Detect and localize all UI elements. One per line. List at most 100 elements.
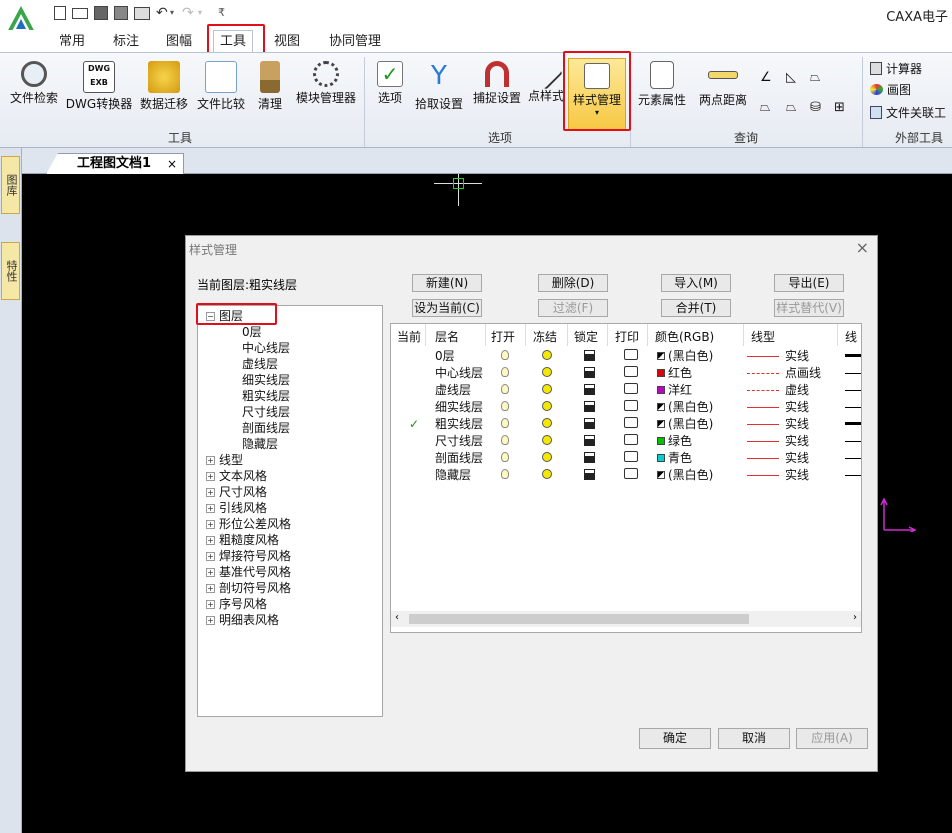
column-header[interactable]: 线型 bbox=[751, 328, 775, 345]
expand-icon[interactable]: + bbox=[206, 584, 215, 593]
layer-freeze-toggle[interactable] bbox=[542, 450, 552, 467]
import-button[interactable]: 导入(M) bbox=[661, 274, 731, 292]
layer-freeze-toggle[interactable] bbox=[542, 382, 552, 399]
calculator-button[interactable]: 计算器 bbox=[870, 60, 922, 78]
apply-button[interactable]: 应用(A) bbox=[796, 728, 868, 749]
layer-color[interactable]: (黑白色) bbox=[657, 348, 713, 365]
layer-linetype[interactable]: 虚线 bbox=[747, 382, 809, 399]
undo-icon[interactable]: ↶ bbox=[156, 5, 168, 21]
print-icon[interactable] bbox=[134, 7, 150, 20]
layer-color[interactable]: 红色 bbox=[657, 365, 692, 382]
layer-lock-toggle[interactable] bbox=[584, 433, 595, 450]
layer-freeze-toggle[interactable] bbox=[542, 348, 552, 365]
tab-view[interactable]: 视图 bbox=[268, 32, 306, 52]
pick-settings-button[interactable]: Y 拾取设置 bbox=[411, 57, 467, 112]
tab-annotate[interactable]: 标注 bbox=[107, 32, 145, 52]
layer-on-toggle[interactable] bbox=[501, 450, 509, 467]
layer-on-toggle[interactable] bbox=[501, 433, 509, 450]
tree-node-layer[interactable]: 0层 bbox=[242, 324, 262, 340]
layer-color[interactable]: 洋红 bbox=[657, 382, 692, 399]
column-header[interactable]: 锁定 bbox=[574, 328, 598, 345]
layer-linetype[interactable]: 实线 bbox=[747, 416, 809, 433]
horizontal-scrollbar[interactable]: ‹ › bbox=[391, 611, 861, 627]
layer-color[interactable]: (黑白色) bbox=[657, 467, 713, 484]
expand-icon[interactable]: + bbox=[206, 520, 215, 529]
layer-linetype[interactable]: 实线 bbox=[747, 348, 809, 365]
layer-name[interactable]: 剖面线层 bbox=[435, 450, 483, 467]
moment-query-icon[interactable]: ⏢ bbox=[786, 99, 796, 117]
layer-name[interactable]: 尺寸线层 bbox=[435, 433, 483, 450]
tree-node-layer[interactable]: 隐藏层 bbox=[242, 436, 278, 452]
scroll-left-icon[interactable]: ‹ bbox=[395, 612, 399, 623]
angle-query-icon[interactable]: ∠ bbox=[760, 69, 772, 87]
layer-lineweight[interactable] bbox=[845, 467, 861, 484]
dwg-converter-button[interactable]: DWG EXB DWG转换器 bbox=[64, 57, 134, 112]
expand-icon[interactable]: + bbox=[206, 536, 215, 545]
layer-print-toggle[interactable] bbox=[624, 467, 638, 484]
layer-name[interactable]: 0层 bbox=[435, 348, 455, 365]
centroid-query-icon[interactable]: ⏢ bbox=[760, 99, 770, 117]
layer-print-toggle[interactable] bbox=[624, 416, 638, 433]
layer-freeze-toggle[interactable] bbox=[542, 365, 552, 382]
layer-name[interactable]: 细实线层 bbox=[435, 399, 483, 416]
weight-query-icon[interactable]: ⛁ bbox=[810, 99, 821, 117]
layer-lineweight[interactable] bbox=[845, 433, 861, 450]
column-divider[interactable] bbox=[425, 324, 426, 346]
save-icon[interactable] bbox=[94, 6, 108, 20]
save-as-icon[interactable] bbox=[114, 6, 128, 20]
tab-sheet[interactable]: 图幅 bbox=[160, 32, 198, 52]
layer-freeze-toggle[interactable] bbox=[542, 433, 552, 450]
layer-linetype[interactable]: 实线 bbox=[747, 450, 809, 467]
file-search-button[interactable]: 文件检索 bbox=[6, 57, 62, 106]
redo-icon[interactable]: ↷ bbox=[182, 5, 194, 21]
layer-lock-toggle[interactable] bbox=[584, 416, 595, 433]
module-manager-button[interactable]: 模块管理器 bbox=[291, 57, 361, 106]
column-header[interactable]: 颜色(RGB) bbox=[655, 328, 714, 345]
layer-print-toggle[interactable] bbox=[624, 382, 638, 399]
style-override-button[interactable]: 样式替代(V) bbox=[774, 299, 844, 317]
tree-node-style-group[interactable]: + 引线风格 bbox=[206, 500, 267, 516]
tree-node-layer[interactable]: 尺寸线层 bbox=[242, 404, 290, 420]
tree-node-layer[interactable]: 粗实线层 bbox=[242, 388, 290, 404]
column-header[interactable]: 打印 bbox=[615, 328, 639, 345]
layer-lineweight[interactable] bbox=[845, 382, 861, 399]
tree-node-style-group[interactable]: + 序号风格 bbox=[206, 596, 267, 612]
file-compare-button[interactable]: 文件比较 bbox=[193, 57, 249, 112]
new-file-icon[interactable] bbox=[54, 6, 66, 20]
layer-print-toggle[interactable] bbox=[624, 348, 638, 365]
expand-icon[interactable]: + bbox=[206, 472, 215, 481]
layer-linetype[interactable]: 实线 bbox=[747, 399, 809, 416]
expand-icon[interactable]: + bbox=[206, 568, 215, 577]
expand-icon[interactable]: + bbox=[206, 600, 215, 609]
expand-icon[interactable]: + bbox=[206, 504, 215, 513]
scroll-right-icon[interactable]: › bbox=[853, 612, 857, 623]
list-query-icon[interactable]: ⊞ bbox=[834, 99, 845, 117]
tree-node-style-group[interactable]: + 文本风格 bbox=[206, 468, 267, 484]
layer-linetype[interactable]: 点画线 bbox=[747, 365, 821, 382]
library-panel-tab[interactable]: 图库 bbox=[1, 156, 20, 214]
column-divider[interactable] bbox=[743, 324, 744, 346]
layer-lock-toggle[interactable] bbox=[584, 467, 595, 484]
layer-on-toggle[interactable] bbox=[501, 399, 509, 416]
layer-lineweight[interactable] bbox=[845, 348, 861, 365]
layer-name[interactable]: 虚线层 bbox=[435, 382, 471, 399]
tree-node-style-group[interactable]: + 尺寸风格 bbox=[206, 484, 267, 500]
filter-button[interactable]: 过滤(F) bbox=[538, 299, 608, 317]
layer-lock-toggle[interactable] bbox=[584, 365, 595, 382]
element-properties-button[interactable]: 元素属性 bbox=[634, 57, 690, 108]
redo-dropdown-icon[interactable]: ▾ bbox=[198, 8, 202, 17]
tree-node-style-group[interactable]: + 形位公差风格 bbox=[206, 516, 291, 532]
undo-dropdown-icon[interactable]: ▾ bbox=[170, 8, 174, 17]
column-header[interactable]: 冻结 bbox=[533, 328, 557, 345]
layer-freeze-toggle[interactable] bbox=[542, 467, 552, 484]
column-header[interactable]: 打开 bbox=[491, 328, 515, 345]
data-migration-button[interactable]: 数据迁移 bbox=[136, 57, 192, 112]
layer-print-toggle[interactable] bbox=[624, 433, 638, 450]
layer-lineweight[interactable] bbox=[845, 399, 861, 416]
current-indicator[interactable]: ✓ bbox=[409, 416, 419, 433]
layer-color[interactable]: (黑白色) bbox=[657, 416, 713, 433]
column-header[interactable]: 当前 bbox=[397, 328, 421, 345]
expand-icon[interactable]: + bbox=[206, 616, 215, 625]
tree-node-style-group[interactable]: + 焊接符号风格 bbox=[206, 548, 291, 564]
layer-on-toggle[interactable] bbox=[501, 365, 509, 382]
